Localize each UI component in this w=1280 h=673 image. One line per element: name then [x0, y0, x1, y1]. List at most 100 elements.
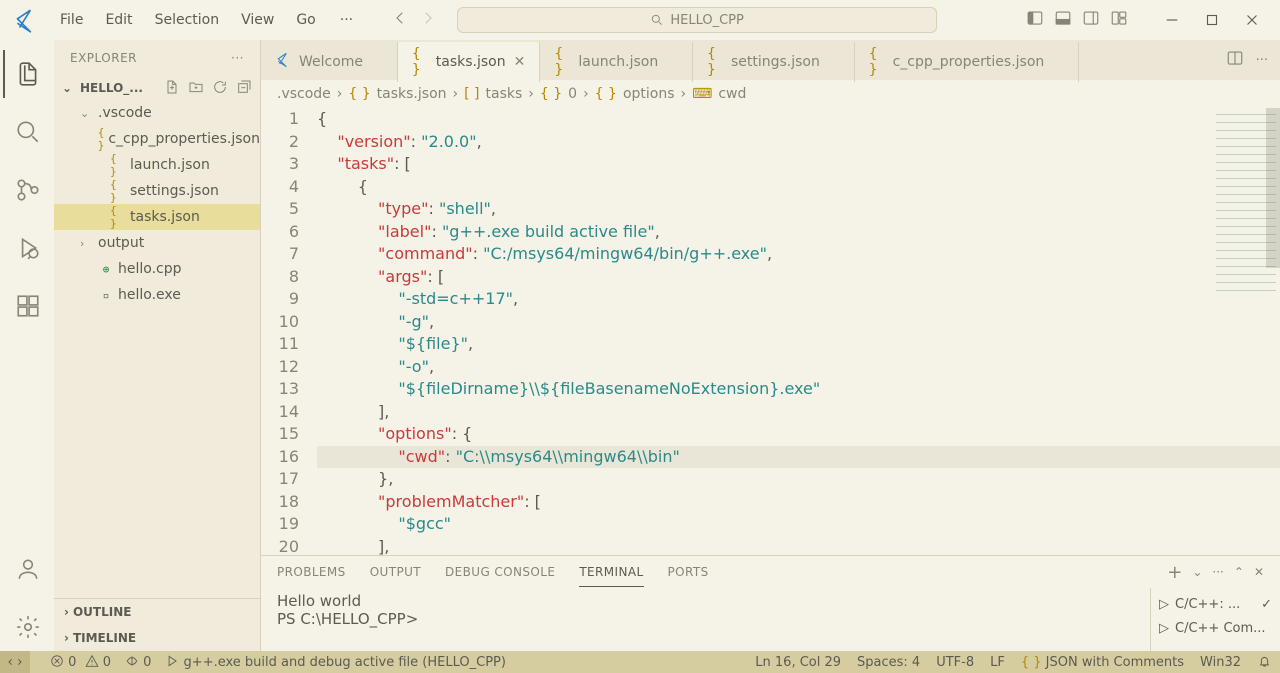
bottom-panel: PROBLEMS OUTPUT DEBUG CONSOLE TERMINAL PORTS…	[261, 555, 1280, 651]
status-cursor-pos[interactable]: Ln 16, Col 29	[755, 655, 841, 670]
breadcrumb[interactable]: .vscode›{ }tasks.json›[ ]tasks›{ }0›{ }o…	[261, 80, 1280, 108]
activity-settings-icon[interactable]	[3, 603, 51, 651]
sidebar-section-outline[interactable]: ›OUTLINE	[54, 599, 260, 625]
close-icon[interactable]: ✕	[514, 54, 526, 70]
tab-label: Welcome	[299, 54, 363, 70]
file-launch.json[interactable]: { }launch.json	[54, 152, 260, 178]
activity-account-icon[interactable]	[3, 545, 51, 593]
terminal-dropdown-icon[interactable]: ⌄	[1192, 565, 1202, 579]
json-icon: { }	[110, 183, 126, 199]
tab-more-icon[interactable]: ···	[1256, 53, 1268, 68]
tree-label: hello.cpp	[118, 261, 182, 277]
tab-welcome[interactable]: Welcome✕	[261, 42, 398, 82]
nav-forward-icon[interactable]	[419, 9, 437, 31]
sidebar-section-timeline[interactable]: ›TIMELINE	[54, 625, 260, 651]
layout-panel-icon[interactable]	[1054, 9, 1072, 31]
file-hello.exe[interactable]: ▫hello.exe	[54, 282, 260, 308]
tree-label: tasks.json	[130, 209, 200, 225]
layout-sidebar-left-icon[interactable]	[1026, 9, 1044, 31]
activity-search-icon[interactable]	[3, 108, 51, 156]
vscode-logo-icon	[12, 8, 36, 32]
menu-edit[interactable]: Edit	[95, 8, 142, 32]
layout-customize-icon[interactable]	[1110, 9, 1128, 31]
status-errors[interactable]: 0 0	[50, 654, 111, 670]
check-icon: ✓	[1261, 597, 1272, 612]
status-platform[interactable]: Win32	[1200, 655, 1241, 670]
scrollbar-vertical[interactable]	[1266, 108, 1280, 268]
status-indent[interactable]: Spaces: 4	[857, 655, 920, 670]
layout-sidebar-right-icon[interactable]	[1082, 9, 1100, 31]
panel-tab-ports[interactable]: PORTS	[668, 558, 709, 586]
file-settings.json[interactable]: { }settings.json	[54, 178, 260, 204]
vscode-icon	[275, 52, 291, 72]
breadcrumb-item[interactable]: options	[623, 86, 675, 102]
terminal-instance[interactable]: ▷C/C++ Com...	[1159, 616, 1272, 640]
activity-extensions-icon[interactable]	[3, 282, 51, 330]
file-hello.cpp[interactable]: ⊕hello.cpp	[54, 256, 260, 282]
terminal-output[interactable]: Hello worldPS C:\HELLO_CPP>	[261, 588, 1150, 651]
status-build-target[interactable]: g++.exe build and debug active file (HEL…	[165, 654, 506, 670]
tab-tasks-json[interactable]: { } tasks.json ✕	[398, 42, 541, 82]
terminal-icon: ▷	[1159, 621, 1169, 636]
file-c_cpp_properties.json[interactable]: { }c_cpp_properties.json	[54, 126, 260, 152]
folder-output[interactable]: ›output	[54, 230, 260, 256]
window-minimize-icon[interactable]	[1152, 4, 1192, 36]
editor-tabs: Welcome✕{ }tasks.json✕{ }launch.json✕{ }…	[261, 40, 1280, 80]
remote-indicator-icon[interactable]	[0, 651, 30, 673]
breadcrumb-item[interactable]: tasks	[486, 86, 523, 102]
new-file-icon[interactable]	[164, 79, 180, 98]
menu-overflow[interactable]: ···	[330, 8, 363, 32]
search-label: HELLO_CPP	[670, 13, 744, 28]
file-tasks.json[interactable]: { }tasks.json	[54, 204, 260, 230]
split-editor-icon[interactable]	[1226, 49, 1244, 71]
collapse-all-icon[interactable]	[236, 79, 252, 98]
tree-label: .vscode	[98, 105, 152, 121]
activity-debug-icon[interactable]	[3, 224, 51, 272]
json-icon: { }	[110, 209, 126, 225]
status-ports[interactable]: 0	[125, 654, 151, 670]
menu-go[interactable]: Go	[286, 8, 325, 32]
panel-tab-output[interactable]: OUTPUT	[370, 558, 421, 586]
json-icon: { }	[707, 46, 723, 78]
status-language[interactable]: { } JSON with Comments	[1021, 655, 1184, 670]
sidebar-workspace-header[interactable]: ⌄ HELLO_...	[54, 76, 260, 100]
breadcrumb-item[interactable]: .vscode	[277, 86, 331, 102]
status-eol[interactable]: LF	[990, 655, 1005, 670]
code-lines[interactable]: { "version": "2.0.0", "tasks": [ { "type…	[317, 108, 1280, 555]
activity-explorer-icon[interactable]	[3, 50, 51, 98]
folder-.vscode[interactable]: ⌄.vscode	[54, 100, 260, 126]
breadcrumb-item[interactable]: cwd	[718, 86, 746, 102]
tab-launch-json[interactable]: { }launch.json✕	[540, 42, 693, 82]
panel-maximize-icon[interactable]: ⌃	[1234, 565, 1244, 579]
nav-back-icon[interactable]	[391, 9, 409, 31]
menu-view[interactable]: View	[231, 8, 284, 32]
json-icon: { }	[412, 46, 428, 78]
breadcrumb-item[interactable]: tasks.json	[377, 86, 447, 102]
new-folder-icon[interactable]	[188, 79, 204, 98]
panel-tab-debug-console[interactable]: DEBUG CONSOLE	[445, 558, 555, 586]
tab-settings-json[interactable]: { }settings.json✕	[693, 42, 855, 82]
panel-more-icon[interactable]: ···	[1212, 565, 1223, 579]
tab-label: tasks.json	[436, 54, 506, 70]
status-notifications-icon[interactable]	[1257, 653, 1272, 672]
panel-tab-terminal[interactable]: TERMINAL	[579, 558, 643, 587]
menu-bar: FileEditSelectionViewGo	[50, 8, 326, 32]
activity-scm-icon[interactable]	[3, 166, 51, 214]
menu-file[interactable]: File	[50, 8, 93, 32]
terminal-instance[interactable]: ▷C/C++: ...✓	[1159, 592, 1272, 616]
window-maximize-icon[interactable]	[1192, 4, 1232, 36]
tab-label: launch.json	[578, 54, 658, 70]
code-editor[interactable]: 1234567891011121314151617181920 { "versi…	[261, 108, 1280, 555]
sidebar-more-icon[interactable]: ···	[231, 51, 244, 65]
panel-tab-problems[interactable]: PROBLEMS	[277, 558, 346, 586]
menu-selection[interactable]: Selection	[145, 8, 230, 32]
tab-c_cpp_properties-json[interactable]: { }c_cpp_properties.json✕	[855, 42, 1079, 82]
breadcrumb-item[interactable]: 0	[568, 86, 577, 102]
status-encoding[interactable]: UTF-8	[936, 655, 974, 670]
refresh-icon[interactable]	[212, 79, 228, 98]
window-close-icon[interactable]	[1232, 4, 1272, 36]
command-center[interactable]: HELLO_CPP	[457, 7, 937, 33]
panel-close-icon[interactable]: ✕	[1254, 565, 1264, 579]
tree-label: c_cpp_properties.json	[108, 131, 260, 147]
new-terminal-icon[interactable]: +	[1167, 562, 1182, 583]
